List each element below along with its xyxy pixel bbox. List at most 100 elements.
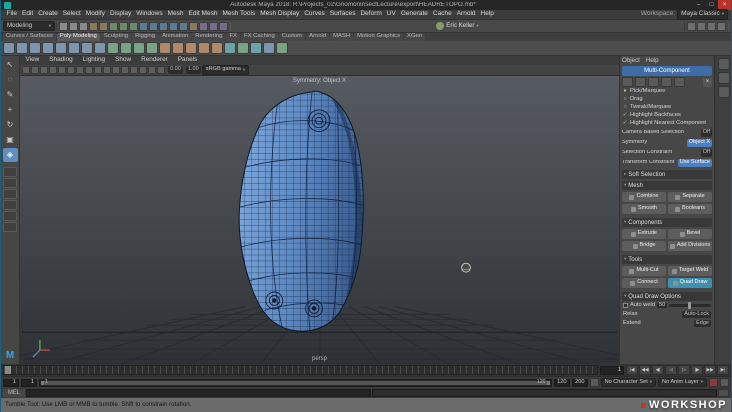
components-button[interactable]: Bridge bbox=[622, 241, 666, 251]
view-transform-dropdown[interactable]: sRGB gamma ▾ bbox=[201, 65, 250, 75]
toolkit-option[interactable]: ○ Drag bbox=[622, 96, 712, 104]
shelf-tab[interactable]: MASH bbox=[330, 33, 354, 41]
lock-camera-icon[interactable] bbox=[31, 66, 39, 74]
playback-options-icon[interactable] bbox=[589, 378, 599, 387]
make-live-icon[interactable] bbox=[179, 21, 188, 31]
animation-start-field[interactable]: 1 bbox=[3, 378, 19, 387]
layout-uv-icon[interactable] bbox=[3, 222, 17, 232]
menu-item[interactable]: Windows bbox=[134, 11, 165, 18]
bridge-icon[interactable] bbox=[185, 42, 197, 54]
mirror-icon[interactable] bbox=[237, 42, 249, 54]
shelf-tab[interactable]: Poly Modeling bbox=[56, 33, 100, 41]
construction-history-icon[interactable] bbox=[189, 21, 198, 31]
channel-box-tab-icon[interactable] bbox=[718, 58, 730, 70]
command-language-toggle[interactable]: MEL bbox=[3, 389, 25, 397]
viewport-menu-item[interactable]: Panels bbox=[175, 56, 200, 63]
poly-disc-icon[interactable] bbox=[81, 42, 93, 54]
auto-weld-slider[interactable] bbox=[669, 302, 711, 309]
save-scene-icon[interactable] bbox=[79, 21, 88, 31]
panel-menu-item[interactable]: Help bbox=[646, 57, 659, 64]
current-time-marker[interactable] bbox=[5, 366, 11, 374]
uv-editor-icon[interactable] bbox=[263, 42, 275, 54]
safe-action-icon[interactable] bbox=[130, 66, 138, 74]
shelf-tab[interactable]: Custom bbox=[278, 33, 306, 41]
new-scene-icon[interactable] bbox=[59, 21, 68, 31]
field-chart-icon[interactable] bbox=[121, 66, 129, 74]
step-forward-frame-button[interactable]: ▶▶ bbox=[704, 365, 716, 375]
panel-menu-item[interactable]: Object bbox=[622, 57, 640, 64]
mesh-button[interactable]: Combine bbox=[622, 192, 666, 202]
paint-select-tool-icon[interactable]: ✎ bbox=[3, 88, 18, 102]
auto-weld-checkbox[interactable] bbox=[623, 303, 628, 308]
workspace-dropdown[interactable]: Maya Classic ▾ bbox=[677, 9, 728, 20]
poly-torus-icon[interactable] bbox=[55, 42, 67, 54]
lasso-tool-icon[interactable]: ◌ bbox=[3, 73, 18, 87]
rotate-tool-icon[interactable]: ↻ bbox=[3, 118, 18, 132]
move-tool-icon[interactable]: + bbox=[3, 103, 18, 117]
raise-panels-icon[interactable] bbox=[687, 21, 696, 31]
mesh-button[interactable]: Separate bbox=[668, 192, 712, 202]
select-camera-icon[interactable] bbox=[22, 66, 30, 74]
vertex-mode-icon[interactable] bbox=[635, 77, 646, 87]
character-set-dropdown[interactable]: No Character Set ▾ bbox=[600, 377, 657, 388]
mesh-object[interactable] bbox=[221, 86, 380, 336]
menu-item[interactable]: Modify bbox=[83, 11, 107, 18]
signed-in-user[interactable]: Eric Keller ▾ bbox=[436, 22, 479, 30]
step-forward-key-button[interactable]: |▶ bbox=[691, 365, 703, 375]
current-tool-icon[interactable]: ◈ bbox=[2, 148, 18, 162]
object-mode-icon[interactable] bbox=[622, 77, 633, 87]
layout-persp-outliner-icon[interactable] bbox=[3, 200, 17, 210]
components-button[interactable]: Bevel bbox=[668, 229, 712, 239]
toolkit-option[interactable]: ○ Tweak/Marquee bbox=[622, 104, 712, 112]
tool-category-dropdown[interactable]: Modeling ▾ bbox=[3, 21, 55, 31]
safe-title-icon[interactable] bbox=[139, 66, 147, 74]
uv-mode-icon[interactable] bbox=[674, 77, 685, 87]
extend-mode-dropdown[interactable]: Edge bbox=[694, 319, 711, 328]
components-button[interactable]: Extrude bbox=[622, 229, 666, 239]
multi-component-button[interactable]: Multi-Component bbox=[622, 66, 712, 76]
playback-start-field[interactable]: 1 bbox=[21, 378, 37, 387]
shelf-tab[interactable]: Arnold bbox=[306, 33, 330, 41]
poly-cone-icon[interactable] bbox=[42, 42, 54, 54]
menu-item[interactable]: UV bbox=[384, 11, 398, 18]
layout-single-pane-icon[interactable] bbox=[3, 167, 17, 177]
snap-to-curve-icon[interactable] bbox=[149, 21, 158, 31]
edge-mode-icon[interactable] bbox=[648, 77, 659, 87]
shelf-tab[interactable]: Curves / Surfaces bbox=[3, 33, 56, 41]
exposure-field[interactable]: 0.00 bbox=[168, 66, 183, 74]
range-slider-bar[interactable]: 1 120 bbox=[41, 379, 550, 385]
viewport-menu-item[interactable]: Show bbox=[113, 56, 134, 63]
shelf-tab[interactable]: Animation bbox=[159, 33, 192, 41]
close-icon[interactable]: × bbox=[703, 77, 712, 87]
menu-item[interactable]: Select bbox=[60, 11, 83, 18]
viewport-canvas[interactable]: Symmetry: Object X persp bbox=[20, 76, 619, 364]
separate-icon[interactable] bbox=[120, 42, 132, 54]
toolkit-option[interactable]: ✓ Highlight Backfaces bbox=[622, 112, 712, 120]
command-input[interactable] bbox=[26, 389, 371, 397]
shelf-tab[interactable]: Motion Graphics bbox=[354, 33, 404, 41]
gate-mask-icon[interactable] bbox=[112, 66, 120, 74]
attribute-editor-tab-icon[interactable] bbox=[718, 86, 730, 98]
anim-layer-dropdown[interactable]: No Anim Layer ▾ bbox=[658, 377, 707, 388]
menu-item[interactable]: Edit Mesh bbox=[186, 11, 220, 18]
normals-icon[interactable] bbox=[276, 42, 288, 54]
quad-draw-icon[interactable] bbox=[224, 42, 236, 54]
range-slider[interactable]: 1 120 bbox=[39, 378, 552, 387]
symmetry-dropdown[interactable]: Object X bbox=[686, 139, 712, 147]
menu-item[interactable]: Edit bbox=[19, 11, 35, 18]
image-plane-icon[interactable] bbox=[58, 66, 66, 74]
xray-icon[interactable] bbox=[157, 66, 165, 74]
layout-four-pane-icon[interactable] bbox=[3, 178, 17, 188]
poly-sphere-icon[interactable] bbox=[3, 42, 15, 54]
quad-draw-options-header[interactable]: ▾ Quad Draw Options bbox=[622, 292, 712, 301]
snap-to-grid-icon[interactable] bbox=[139, 21, 148, 31]
menu-item[interactable]: Generate bbox=[398, 11, 430, 18]
toolkit-option[interactable]: ● Pick/Marquee bbox=[622, 88, 712, 96]
components-section-header[interactable]: ▾ Components bbox=[622, 218, 712, 227]
menu-item[interactable]: Mesh Display bbox=[258, 11, 302, 18]
ipr-render-icon[interactable] bbox=[209, 21, 218, 31]
menu-item[interactable]: Deform bbox=[358, 11, 384, 18]
bevel-icon[interactable] bbox=[172, 42, 184, 54]
face-mode-icon[interactable] bbox=[661, 77, 672, 87]
menu-item[interactable]: Help bbox=[478, 11, 496, 18]
